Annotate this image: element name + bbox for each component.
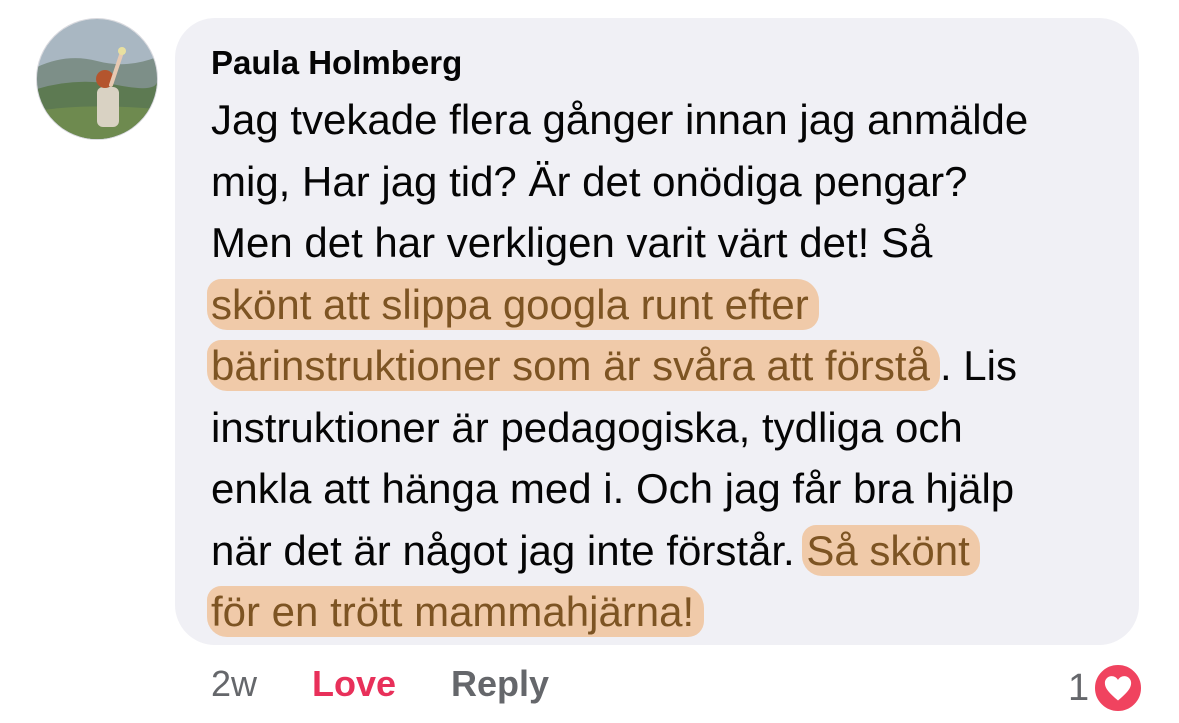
comment-author[interactable]: Paula Holmberg: [211, 44, 462, 82]
comment-line: Jag tvekade flera gånger innan jag anmäl…: [211, 89, 1131, 151]
comment-line: Men det har verkligen varit värt det! Så: [211, 212, 1131, 274]
love-button[interactable]: Love: [312, 663, 396, 705]
comment-line: enkla att hänga med i. Och jag får bra h…: [211, 458, 1131, 520]
comment-line: för en trött mammahjärna!: [207, 581, 1131, 643]
heart-icon: [1093, 663, 1144, 713]
comment-line-text: mig, Har jag tid? Är det onödiga pengar?: [211, 157, 968, 205]
comment-line: instruktioner är pedagogiska, tydliga oc…: [211, 397, 1131, 459]
comment-line: när det är något jag inte förstår. Så sk…: [211, 520, 1131, 582]
reaction-summary[interactable]: 1: [1068, 663, 1144, 713]
comment-line-text: Jag tvekade flera gånger innan jag anmäl…: [211, 96, 1029, 143]
comment-line-text: Men det har verkligen varit värt det! Så: [211, 219, 933, 266]
highlighted-text: Så skönt: [802, 524, 980, 576]
comment-text: Jag tvekade flera gånger innan jag anmäl…: [207, 89, 1131, 643]
comment-line-text: när det är något jag inte förstår.: [211, 526, 807, 574]
comment-actions: 2w Love Reply 1: [0, 663, 1179, 713]
comment-line-text: enkla att hänga med i. Och jag får bra h…: [211, 465, 1015, 512]
reaction-count: 1: [1068, 666, 1090, 709]
comment-line-text: . Lis: [939, 342, 1017, 389]
avatar[interactable]: [36, 18, 158, 140]
highlighted-text: skönt att slippa googla runt efter: [207, 278, 819, 330]
comment-line: mig, Har jag tid? Är det onödiga pengar?: [211, 151, 1131, 213]
comment-line: bärinstruktioner som är svåra att förstå…: [207, 335, 1131, 397]
comment-line-text: instruktioner är pedagogiska, tydliga oc…: [211, 403, 963, 451]
highlighted-text: för en trött mammahjärna!: [207, 586, 705, 637]
comment-timestamp[interactable]: 2w: [211, 663, 257, 705]
avatar-photo: [37, 19, 157, 139]
comment-line: skönt att slippa googla runt efter: [207, 274, 1131, 336]
highlighted-text: bärinstruktioner som är svåra att förstå: [207, 340, 940, 391]
reply-button[interactable]: Reply: [451, 663, 549, 705]
